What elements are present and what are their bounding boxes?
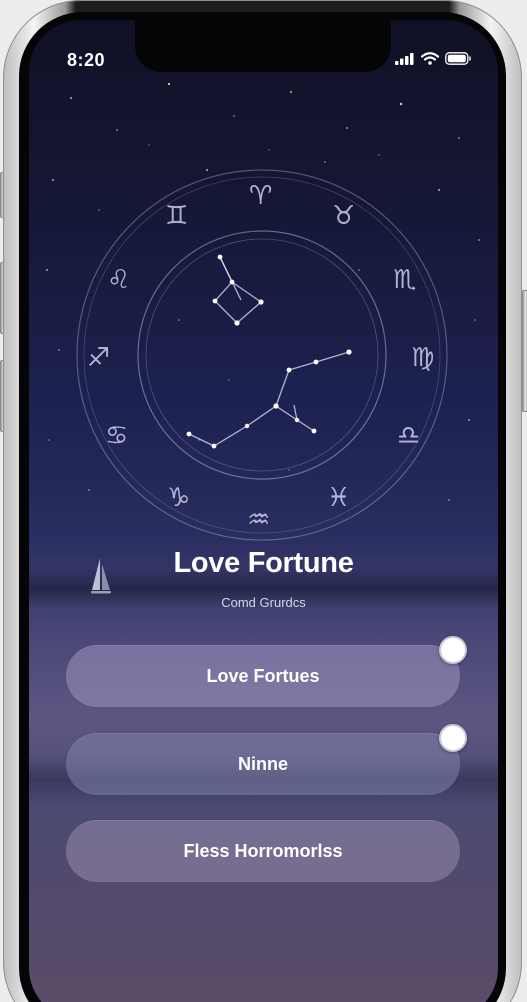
zodiac-glyph-gemini-icon: ♊: [165, 200, 189, 230]
zodiac-glyph-virgo-icon: ♍: [411, 342, 435, 372]
zodiac-glyph-pisces-icon: ♓: [327, 482, 351, 512]
option-ninne-button[interactable]: Ninne: [66, 733, 460, 795]
option-label: Fless Horromorlss: [183, 840, 343, 861]
zodiac-glyph-libra-icon: ♎: [397, 420, 421, 450]
zodiac-glyph-aries-icon: ♈: [249, 180, 273, 210]
status-time: 8:20: [67, 50, 106, 70]
zodiac-glyph-sagittarius-icon: ♐: [87, 342, 111, 372]
signal-icon: [395, 53, 414, 65]
option-love-fortunes-button[interactable]: Love Fortues: [66, 645, 460, 707]
status-icons: [395, 52, 472, 65]
wifi-icon: [421, 52, 439, 65]
zodiac-glyph-leo-icon: ♌: [107, 264, 131, 294]
zodiac-glyph-scorpio-icon: ♏: [393, 264, 417, 294]
page-subtitle: Comd Grurdcs: [221, 595, 306, 610]
zodiac-glyph-capricorn-icon: ♑: [167, 482, 191, 512]
zodiac-glyph-taurus-icon: ♉: [332, 200, 356, 230]
option-horoscopes-button[interactable]: Fless Horromorlss: [66, 820, 460, 882]
option-label: Love Fortues: [206, 665, 320, 686]
zodiac-wheel: [76, 169, 448, 541]
zodiac-glyph-aquarius-icon: ♒: [247, 504, 271, 534]
power-button: [522, 290, 527, 412]
screenshot-canvas: ♊ ♈ ♉ ♌ ♏ ♐ ♍ ♋ ♎ ♑ ♒ ♓ 8:20 Love Fortun…: [0, 0, 527, 1002]
option-label: Ninne: [237, 753, 288, 774]
camera-notch: [135, 20, 391, 72]
page-title: Love Fortune: [173, 547, 354, 579]
app-screen: ♊ ♈ ♉ ♌ ♏ ♐ ♍ ♋ ♎ ♑ ♒ ♓ 8:20 Love Fortun…: [29, 20, 498, 1002]
battery-icon: [445, 52, 471, 65]
zodiac-glyph-cancer-icon: ♋: [105, 420, 129, 450]
option-1-toggle[interactable]: [439, 636, 467, 664]
option-2-toggle[interactable]: [439, 724, 467, 752]
